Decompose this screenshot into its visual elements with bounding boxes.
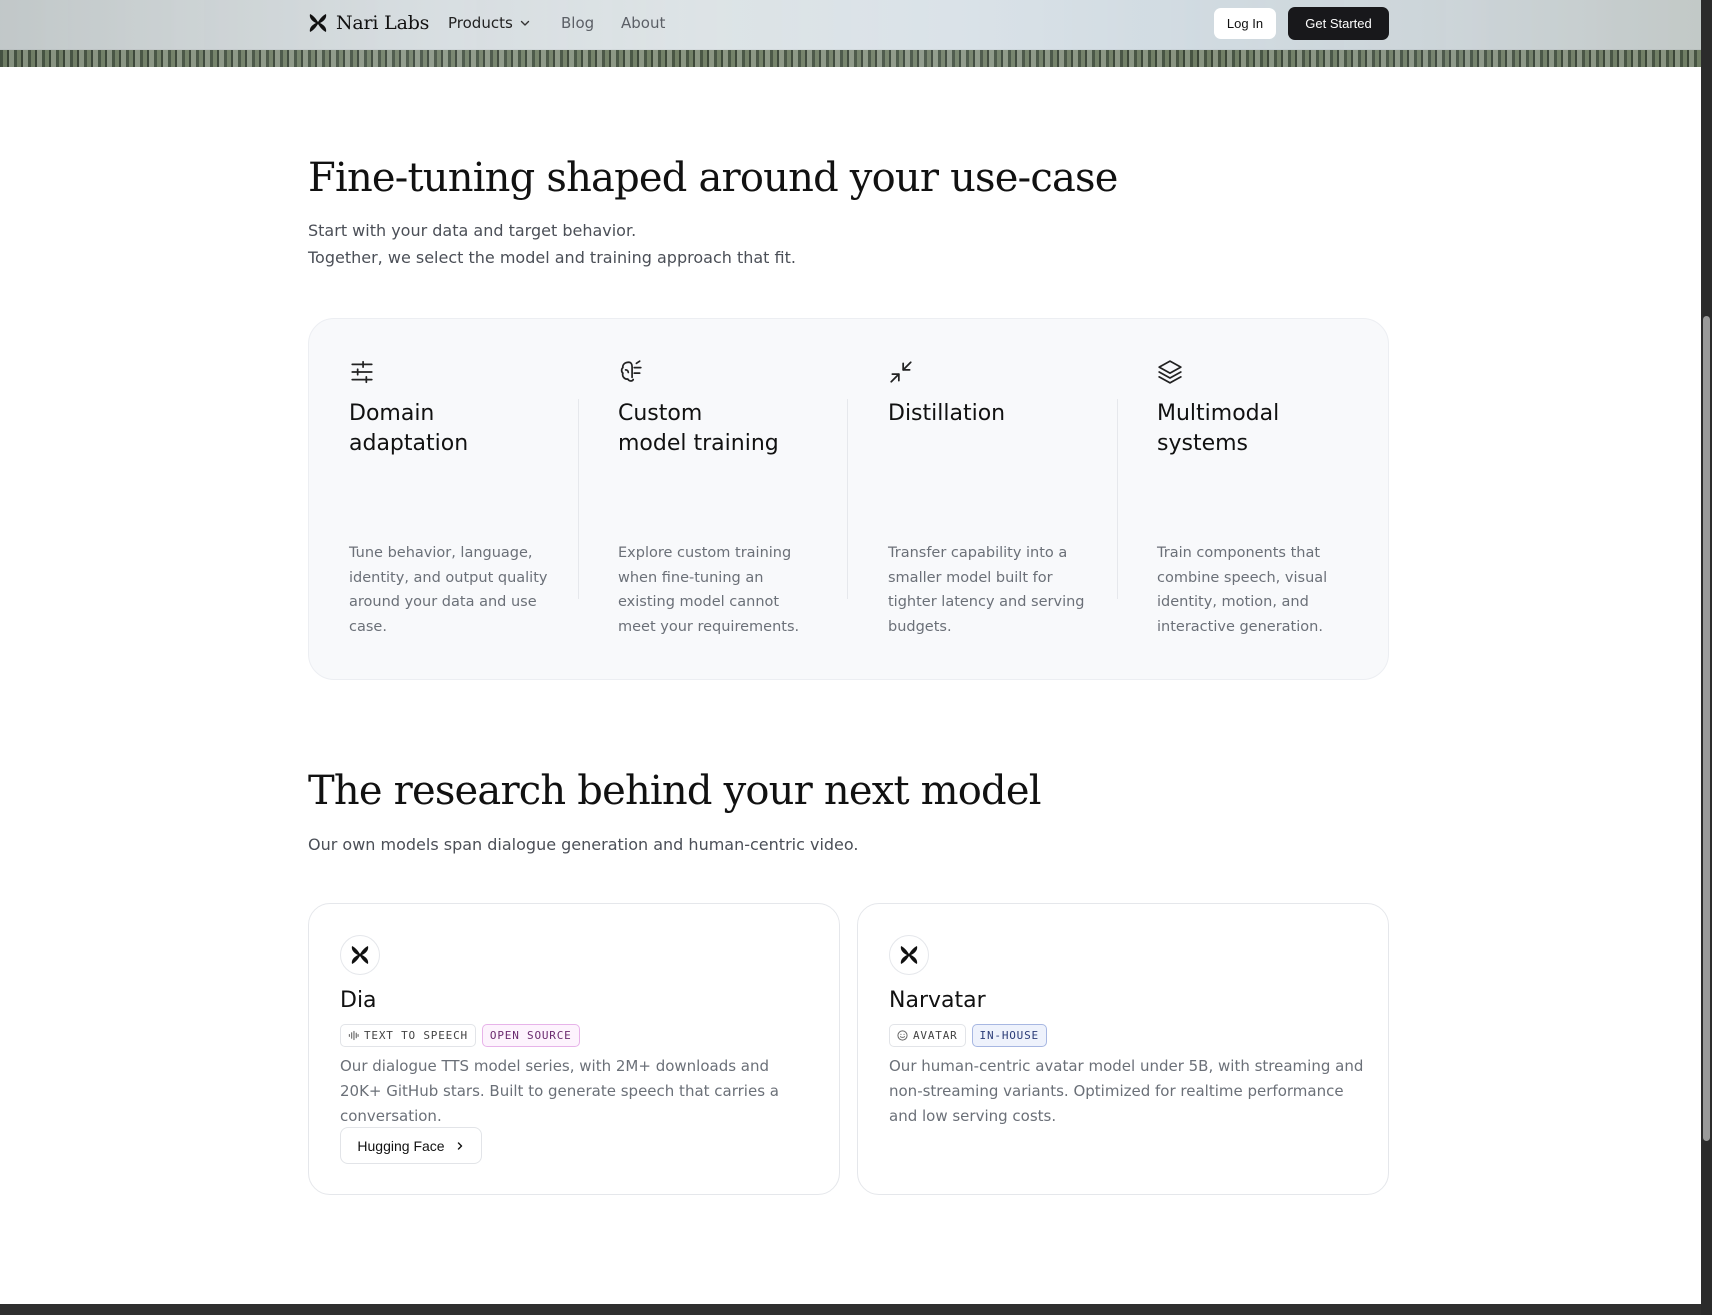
model-card-dia[interactable]: Dia TEXT TO SPEECH OPEN SOURCE Our dialo… bbox=[308, 903, 840, 1195]
login-button[interactable]: Log In bbox=[1214, 8, 1276, 39]
capability-title-line2: systems bbox=[1157, 431, 1248, 456]
capability-title-line2: adaptation bbox=[349, 431, 469, 456]
category-tag-label: TEXT TO SPEECH bbox=[364, 1029, 468, 1042]
capabilities-panel: Domain adaptation Tune behavior, languag… bbox=[308, 318, 1389, 680]
page-scrollbar[interactable] bbox=[1701, 0, 1712, 1315]
hugging-face-button[interactable]: Hugging Face bbox=[340, 1127, 482, 1164]
category-tag: TEXT TO SPEECH bbox=[340, 1024, 476, 1047]
model-tags: TEXT TO SPEECH OPEN SOURCE bbox=[340, 1024, 580, 1047]
capability-description: Transfer capability into a smaller model… bbox=[888, 545, 1085, 635]
finetune-lede: Start with your data and target behavior… bbox=[308, 217, 796, 271]
open-source-badge: OPEN SOURCE bbox=[481, 1024, 580, 1047]
audio-waveform-icon bbox=[348, 1030, 359, 1041]
top-nav: Nari Labs Products Blog About Log In Get… bbox=[0, 0, 1701, 50]
chevron-down-icon bbox=[520, 20, 529, 26]
sliders-icon bbox=[351, 360, 373, 384]
capability-multimodal: Multimodal systems Train components that… bbox=[1117, 319, 1387, 679]
nav-products-menu[interactable]: Products bbox=[448, 14, 531, 32]
model-logo bbox=[340, 935, 380, 975]
capability-custom-training: Custom model training Explore custom tra… bbox=[578, 319, 848, 679]
bottom-edge-bar bbox=[0, 1304, 1701, 1315]
model-description: Our dialogue TTS model series, with 2M+ … bbox=[340, 1057, 779, 1125]
capability-description: Explore custom training when fine-tuning… bbox=[618, 545, 800, 635]
research-title: The research behind your next model bbox=[308, 768, 1042, 814]
capability-title-line1: Distillation bbox=[888, 401, 1006, 426]
category-tag-label: AVATAR bbox=[913, 1029, 958, 1042]
capability-title-line2: model training bbox=[618, 431, 779, 456]
capability-title-line1: Custom bbox=[618, 401, 703, 426]
nav-blog-link[interactable]: Blog bbox=[561, 14, 594, 32]
nari-logo-icon bbox=[900, 946, 918, 964]
chevron-right-icon bbox=[457, 1141, 462, 1150]
in-house-badge: IN-HOUSE bbox=[971, 1024, 1047, 1047]
finetune-lede-line1: Start with your data and target behavior… bbox=[308, 221, 637, 240]
capability-title-line1: Multimodal bbox=[1157, 401, 1280, 426]
capability-title: Custom model training bbox=[618, 399, 818, 459]
model-description: Our human-centric avatar model under 5B,… bbox=[889, 1057, 1364, 1125]
nav-about-link[interactable]: About bbox=[621, 14, 665, 32]
nav-products-label: Products bbox=[448, 14, 513, 32]
nari-logo-icon bbox=[351, 946, 369, 964]
model-logo bbox=[889, 935, 929, 975]
capability-title: Multimodal systems bbox=[1157, 399, 1357, 459]
model-tags: AVATAR IN-HOUSE bbox=[889, 1024, 1047, 1047]
brand-logo-link[interactable]: Nari Labs bbox=[308, 12, 429, 34]
category-tag: AVATAR bbox=[889, 1024, 966, 1047]
capability-description: Train components that combine speech, vi… bbox=[1157, 545, 1328, 635]
brain-icon bbox=[620, 360, 642, 382]
page: Nari Labs Products Blog About Log In Get… bbox=[0, 0, 1701, 1315]
finetune-title: Fine-tuning shaped around your use-case bbox=[308, 155, 1118, 201]
model-name: Dia bbox=[340, 988, 377, 1013]
capability-distillation: Distillation Transfer capability into a … bbox=[848, 319, 1118, 679]
smiley-icon bbox=[897, 1030, 908, 1041]
brand-name: Nari Labs bbox=[336, 12, 430, 34]
capability-description: Tune behavior, language, identity, and o… bbox=[349, 545, 548, 635]
capability-domain-adaptation: Domain adaptation Tune behavior, languag… bbox=[309, 319, 579, 679]
model-name: Narvatar bbox=[889, 988, 986, 1013]
finetune-lede-line2: Together, we select the model and traini… bbox=[308, 248, 796, 267]
research-lede: Our own models span dialogue generation … bbox=[308, 835, 859, 854]
capability-title-line1: Domain bbox=[349, 401, 435, 426]
hugging-face-label: Hugging Face bbox=[357, 1137, 445, 1154]
nari-logo-icon bbox=[309, 14, 327, 32]
capability-title: Domain adaptation bbox=[349, 399, 549, 459]
get-started-button[interactable]: Get Started bbox=[1288, 7, 1389, 40]
scrollbar-thumb[interactable] bbox=[1703, 316, 1710, 1141]
minimize-icon bbox=[890, 361, 912, 383]
capability-title: Distillation bbox=[888, 399, 1088, 429]
model-card-narvatar[interactable]: Narvatar AVATAR IN-HOUSE Our human-centr… bbox=[857, 903, 1389, 1195]
layers-icon bbox=[1158, 360, 1182, 384]
